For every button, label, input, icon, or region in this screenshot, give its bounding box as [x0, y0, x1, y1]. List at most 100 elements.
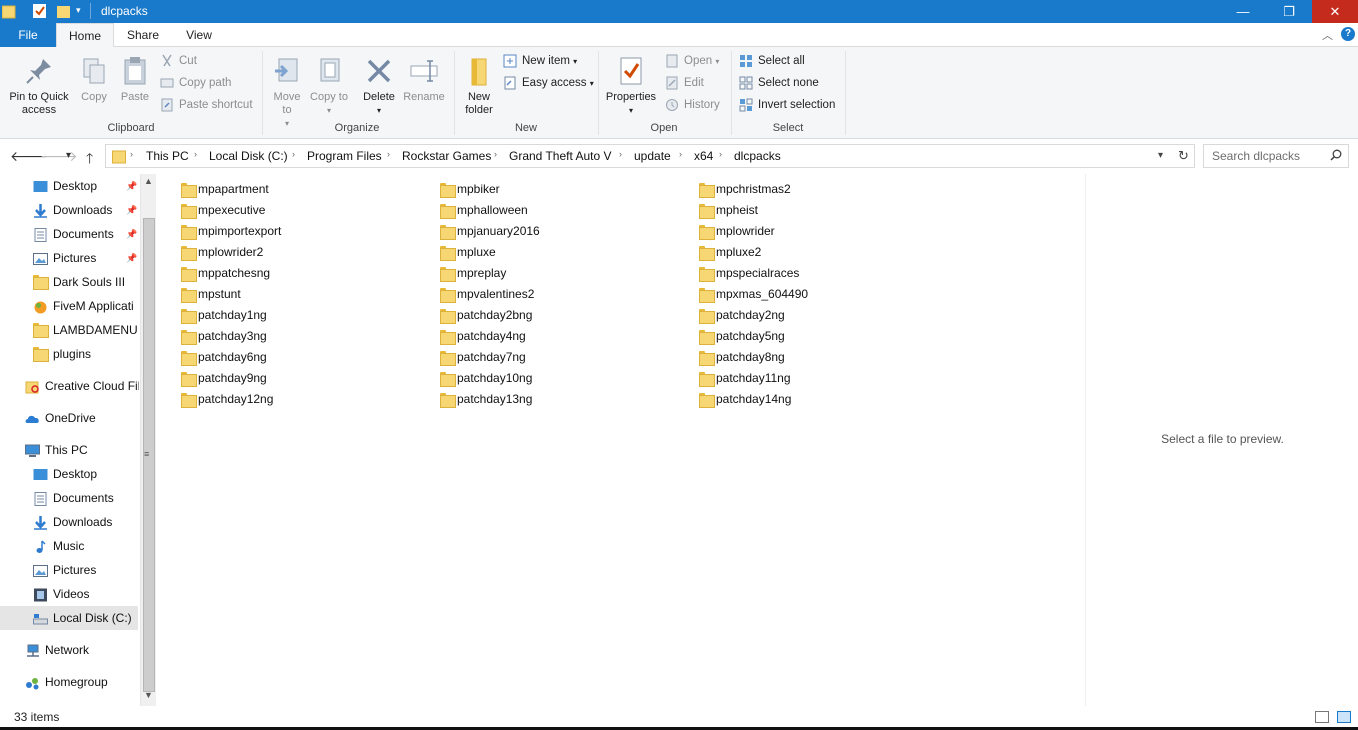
folder-icon	[181, 330, 197, 345]
chevron-right-icon[interactable]: ›	[494, 149, 497, 159]
search-box[interactable]	[1203, 144, 1349, 168]
properties-quick-icon[interactable]	[32, 3, 48, 19]
chevron-right-icon[interactable]: ›	[619, 149, 622, 159]
move-to-button[interactable]: Move to ▾	[268, 55, 306, 130]
nav-item-lambdamenu[interactable]: LAMBDAMENU	[33, 319, 139, 341]
minimize-button[interactable]: —	[1220, 0, 1266, 23]
title-divider	[90, 3, 91, 19]
chevron-right-icon[interactable]: ›	[679, 149, 682, 159]
tab-view[interactable]: View	[174, 23, 224, 47]
select-none-button[interactable]: Select none	[739, 74, 819, 92]
nav-item-pc-pictures[interactable]: Pictures	[33, 559, 139, 581]
paste-label: Paste	[120, 91, 150, 103]
nav-scrollbar[interactable]: ▲ ≡ ▼	[140, 174, 156, 706]
pin-icon[interactable]: 📌	[126, 181, 137, 192]
tab-file[interactable]: File	[0, 23, 56, 47]
chevron-right-icon[interactable]: ›	[130, 149, 133, 159]
copy-button[interactable]: Copy	[76, 55, 112, 104]
address-dropdown-icon[interactable]: ▾	[1158, 150, 1163, 161]
chevron-right-icon[interactable]: ›	[387, 149, 390, 159]
chevron-right-icon[interactable]: ›	[292, 149, 295, 159]
paste-button[interactable]: Paste	[117, 55, 153, 104]
breadcrumb-dlcpacks[interactable]: dlcpacks	[734, 149, 781, 163]
details-view-icon[interactable]	[1315, 711, 1329, 723]
new-item-button[interactable]: New item ▾	[503, 52, 577, 70]
chevron-right-icon[interactable]: ›	[194, 149, 197, 159]
copy-to-button[interactable]: Copy to ▾	[310, 55, 348, 117]
up-arrow-icon[interactable]: 🡑	[86, 148, 93, 172]
new-folder-quick-icon[interactable]	[56, 3, 72, 19]
folder-icon	[181, 183, 197, 198]
breadcrumb-this-pc[interactable]: This PC	[146, 149, 189, 163]
close-button[interactable]: ✕	[1312, 0, 1358, 23]
tab-share[interactable]: Share	[118, 23, 168, 47]
breadcrumb-x64[interactable]: x64	[694, 149, 713, 163]
nav-item-pc-videos[interactable]: Videos	[33, 583, 139, 605]
search-icon[interactable]	[1330, 149, 1342, 164]
easy-access-button[interactable]: Easy access ▾	[503, 74, 594, 92]
breadcrumb-program-files[interactable]: Program Files	[307, 149, 382, 163]
copy-path-button[interactable]: Copy path	[160, 74, 231, 92]
rename-button[interactable]: Rename	[400, 55, 448, 104]
new-folder-label: New folder	[465, 91, 493, 116]
collapse-ribbon-icon[interactable]: ︿	[1322, 27, 1333, 43]
nav-item-dark-souls-iii[interactable]: Dark Souls III	[33, 271, 139, 293]
pin-to-quick-access-button[interactable]: Pin to Quick access	[4, 55, 74, 117]
nav-item-homegroup[interactable]: Homegroup	[25, 671, 139, 693]
folder-name: mpstunt	[198, 287, 241, 301]
paste-shortcut-button[interactable]: Paste shortcut	[160, 96, 253, 114]
pin-icon[interactable]: 📌	[126, 253, 137, 264]
folder-name: patchday3ng	[198, 329, 267, 343]
pin-icon[interactable]: 📌	[126, 205, 137, 216]
nav-item-plugins[interactable]: plugins	[33, 343, 139, 365]
folder-name: patchday2bng	[457, 308, 533, 322]
nav-item-documents[interactable]: Documents	[33, 223, 139, 245]
breadcrumb-update[interactable]: update	[634, 149, 671, 163]
tab-home[interactable]: Home	[56, 23, 114, 48]
nav-item-pc-downloads[interactable]: Downloads	[33, 511, 139, 533]
maximize-button[interactable]: ❐	[1266, 0, 1312, 23]
nav-item-network[interactable]: Network	[25, 639, 139, 661]
large-icons-view-icon[interactable]	[1337, 711, 1351, 723]
pin-icon[interactable]: 📌	[126, 229, 137, 240]
nav-item-pc-local-disk[interactable]: Local Disk (C:)	[33, 607, 139, 629]
search-input[interactable]	[1212, 149, 1322, 163]
folder-name: mpluxe	[457, 245, 496, 259]
nav-item-downloads[interactable]: Downloads	[33, 199, 139, 221]
nav-item-desktop[interactable]: Desktop	[33, 175, 139, 197]
select-all-button[interactable]: Select all	[739, 52, 805, 70]
preview-pane: Select a file to preview.	[1085, 174, 1358, 706]
nav-item-pictures[interactable]: Pictures	[33, 247, 139, 269]
dropdown-arrow-icon: ▾	[376, 106, 381, 115]
nav-item-fivem[interactable]: FiveM Applicati	[33, 295, 139, 317]
nav-item-this-pc[interactable]: This PC	[25, 439, 139, 461]
scroll-down-icon[interactable]: ▼	[144, 690, 153, 700]
scroll-up-icon[interactable]: ▲	[144, 176, 153, 186]
new-folder-button[interactable]: New folder	[458, 55, 500, 117]
nav-item-creative-cloud[interactable]: Creative Cloud Fil	[25, 375, 139, 397]
forward-arrow-icon[interactable]: 🡒	[40, 148, 78, 165]
properties-button[interactable]: Properties ▾	[603, 55, 659, 117]
breadcrumb-local-disk[interactable]: Local Disk (C:)	[209, 149, 288, 163]
nav-item-onedrive[interactable]: OneDrive	[25, 407, 139, 429]
address-bar[interactable]: › This PC › Local Disk (C:) › Program Fi…	[105, 144, 1195, 168]
invert-selection-button[interactable]: Invert selection	[739, 96, 835, 114]
history-button[interactable]: History	[665, 96, 720, 114]
nav-item-pc-documents[interactable]: Documents	[33, 487, 139, 509]
edit-button[interactable]: Edit	[665, 74, 704, 92]
nav-item-pc-desktop[interactable]: Desktop	[33, 463, 139, 485]
refresh-icon[interactable]: ↻	[1178, 148, 1189, 164]
computer-icon	[25, 443, 40, 457]
folder-icon	[699, 225, 715, 240]
recent-locations-icon[interactable]: ▾	[66, 150, 71, 161]
open-button[interactable]: Open ▾	[665, 52, 719, 70]
chevron-right-icon[interactable]: ›	[719, 149, 722, 159]
help-icon[interactable]: ?	[1341, 27, 1355, 41]
delete-button[interactable]: Delete ▾	[358, 55, 400, 117]
dropdown-arrow-icon: ▾	[573, 57, 578, 66]
breadcrumb-gta-v[interactable]: Grand Theft Auto V	[509, 149, 612, 163]
breadcrumb-rockstar-games[interactable]: Rockstar Games	[402, 149, 491, 163]
nav-item-pc-music[interactable]: Music	[33, 535, 139, 557]
clipboard-group-label: Clipboard	[107, 122, 155, 134]
cut-button[interactable]: Cut	[160, 52, 197, 70]
